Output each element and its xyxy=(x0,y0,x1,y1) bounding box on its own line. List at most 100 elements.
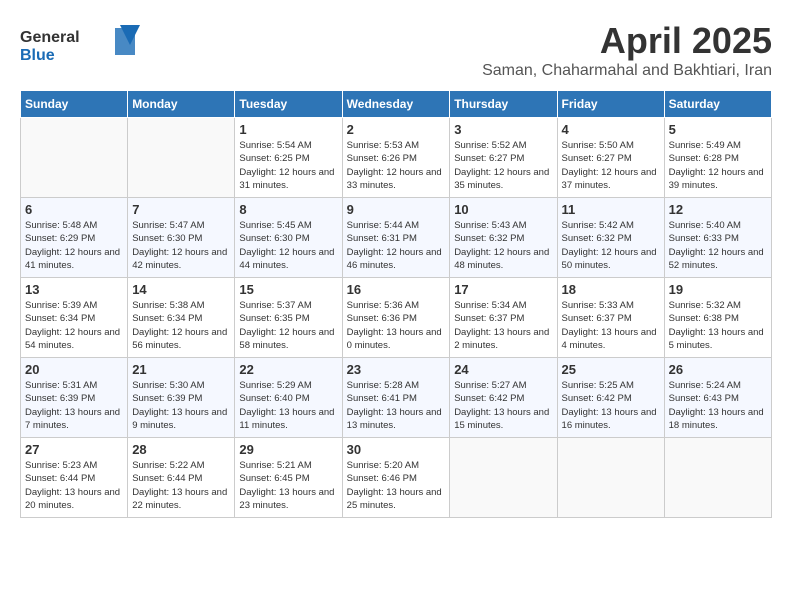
calendar-cell: 24Sunrise: 5:27 AMSunset: 6:42 PMDayligh… xyxy=(450,358,557,438)
calendar-cell: 6 Sunrise: 5:48 AMSunset: 6:29 PMDaylight… xyxy=(21,198,128,278)
day-number: 5 xyxy=(669,122,767,137)
calendar-cell: 16Sunrise: 5:36 AMSunset: 6:36 PMDayligh… xyxy=(342,278,450,358)
weekday-header: Friday xyxy=(557,91,664,118)
day-detail: Sunrise: 5:20 AMSunset: 6:46 PMDaylight:… xyxy=(347,459,446,512)
calendar-cell: 17Sunrise: 5:34 AMSunset: 6:37 PMDayligh… xyxy=(450,278,557,358)
calendar-week-row: 27 Sunrise: 5:23 AMSunset: 6:44 PMDayligh… xyxy=(21,438,772,518)
calendar-cell: 15 Sunrise: 5:37 AMSunset: 6:35 PMDayligh… xyxy=(235,278,342,358)
day-detail: Sunrise: 5:29 AMSunset: 6:40 PMDaylight:… xyxy=(239,379,337,432)
logo-svg: General Blue xyxy=(20,20,140,70)
day-number: 16 xyxy=(347,282,446,297)
calendar-cell: 7Sunrise: 5:47 AMSunset: 6:30 PMDaylight… xyxy=(128,198,235,278)
day-detail: Sunrise: 5:22 AMSunset: 6:44 PMDaylight:… xyxy=(132,459,230,512)
day-number: 3 xyxy=(454,122,552,137)
title-block: April 2025 Saman, Chaharmahal and Bakhti… xyxy=(482,20,772,80)
calendar-cell xyxy=(557,438,664,518)
calendar-cell: 1 Sunrise: 5:54 AMSunset: 6:25 PMDaylight… xyxy=(235,118,342,198)
day-number: 15 xyxy=(239,282,337,297)
day-number: 12 xyxy=(669,202,767,217)
calendar-cell: 11Sunrise: 5:42 AMSunset: 6:32 PMDayligh… xyxy=(557,198,664,278)
calendar-cell: 8 Sunrise: 5:45 AMSunset: 6:30 PMDaylight… xyxy=(235,198,342,278)
day-detail: Sunrise: 5:30 AMSunset: 6:39 PMDaylight:… xyxy=(132,379,230,432)
day-number: 30 xyxy=(347,442,446,457)
day-number: 1 xyxy=(239,122,337,137)
weekday-header: Thursday xyxy=(450,91,557,118)
calendar-cell: 12 Sunrise: 5:40 AMSunset: 6:33 PMDayligh… xyxy=(664,198,771,278)
calendar-cell xyxy=(128,118,235,198)
day-detail: Sunrise: 5:50 AMSunset: 6:27 PMDaylight:… xyxy=(562,139,660,192)
calendar-week-row: 20Sunrise: 5:31 AMSunset: 6:39 PMDayligh… xyxy=(21,358,772,438)
calendar-cell: 29 Sunrise: 5:21 AMSunset: 6:45 PMDayligh… xyxy=(235,438,342,518)
day-number: 27 xyxy=(25,442,123,457)
day-number: 4 xyxy=(562,122,660,137)
month-title: April 2025 xyxy=(482,20,772,62)
day-number: 18 xyxy=(562,282,660,297)
calendar-cell: 4 Sunrise: 5:50 AMSunset: 6:27 PMDaylight… xyxy=(557,118,664,198)
logo: General Blue xyxy=(20,20,140,75)
calendar-cell: 23 Sunrise: 5:28 AMSunset: 6:41 PMDayligh… xyxy=(342,358,450,438)
day-number: 21 xyxy=(132,362,230,377)
calendar-cell: 30 Sunrise: 5:20 AMSunset: 6:46 PMDayligh… xyxy=(342,438,450,518)
page-header: General Blue April 2025 Saman, Chaharmah… xyxy=(20,20,772,80)
day-number: 29 xyxy=(239,442,337,457)
day-number: 7 xyxy=(132,202,230,217)
day-detail: Sunrise: 5:54 AMSunset: 6:25 PMDaylight:… xyxy=(239,139,337,192)
calendar-cell: 28 Sunrise: 5:22 AMSunset: 6:44 PMDayligh… xyxy=(128,438,235,518)
day-detail: Sunrise: 5:53 AMSunset: 6:26 PMDaylight:… xyxy=(347,139,446,192)
day-detail: Sunrise: 5:34 AMSunset: 6:37 PMDaylight:… xyxy=(454,299,552,352)
calendar-week-row: 13Sunrise: 5:39 AMSunset: 6:34 PMDayligh… xyxy=(21,278,772,358)
day-number: 14 xyxy=(132,282,230,297)
calendar-week-row: 1 Sunrise: 5:54 AMSunset: 6:25 PMDaylight… xyxy=(21,118,772,198)
day-detail: Sunrise: 5:45 AMSunset: 6:30 PMDaylight:… xyxy=(239,219,337,272)
calendar-cell: 26Sunrise: 5:24 AMSunset: 6:43 PMDayligh… xyxy=(664,358,771,438)
calendar-cell: 2 Sunrise: 5:53 AMSunset: 6:26 PMDaylight… xyxy=(342,118,450,198)
calendar-cell: 20Sunrise: 5:31 AMSunset: 6:39 PMDayligh… xyxy=(21,358,128,438)
day-detail: Sunrise: 5:24 AMSunset: 6:43 PMDaylight:… xyxy=(669,379,767,432)
day-number: 2 xyxy=(347,122,446,137)
weekday-header: Saturday xyxy=(664,91,771,118)
day-detail: Sunrise: 5:23 AMSunset: 6:44 PMDaylight:… xyxy=(25,459,123,512)
day-detail: Sunrise: 5:49 AMSunset: 6:28 PMDaylight:… xyxy=(669,139,767,192)
day-detail: Sunrise: 5:28 AMSunset: 6:41 PMDaylight:… xyxy=(347,379,446,432)
calendar-cell: 18 Sunrise: 5:33 AMSunset: 6:37 PMDayligh… xyxy=(557,278,664,358)
weekday-header: Monday xyxy=(128,91,235,118)
day-number: 6 xyxy=(25,202,123,217)
day-number: 25 xyxy=(562,362,660,377)
day-detail: Sunrise: 5:44 AMSunset: 6:31 PMDaylight:… xyxy=(347,219,446,272)
day-detail: Sunrise: 5:21 AMSunset: 6:45 PMDaylight:… xyxy=(239,459,337,512)
day-number: 24 xyxy=(454,362,552,377)
calendar-week-row: 6 Sunrise: 5:48 AMSunset: 6:29 PMDaylight… xyxy=(21,198,772,278)
day-detail: Sunrise: 5:52 AMSunset: 6:27 PMDaylight:… xyxy=(454,139,552,192)
day-number: 19 xyxy=(669,282,767,297)
logo-text: General Blue xyxy=(20,20,140,75)
day-detail: Sunrise: 5:31 AMSunset: 6:39 PMDaylight:… xyxy=(25,379,123,432)
day-detail: Sunrise: 5:40 AMSunset: 6:33 PMDaylight:… xyxy=(669,219,767,272)
day-detail: Sunrise: 5:37 AMSunset: 6:35 PMDaylight:… xyxy=(239,299,337,352)
calendar-cell: 10 Sunrise: 5:43 AMSunset: 6:32 PMDayligh… xyxy=(450,198,557,278)
day-detail: Sunrise: 5:48 AMSunset: 6:29 PMDaylight:… xyxy=(25,219,123,272)
day-number: 9 xyxy=(347,202,446,217)
weekday-header: Wednesday xyxy=(342,91,450,118)
calendar-cell xyxy=(21,118,128,198)
day-number: 8 xyxy=(239,202,337,217)
day-detail: Sunrise: 5:32 AMSunset: 6:38 PMDaylight:… xyxy=(669,299,767,352)
day-number: 10 xyxy=(454,202,552,217)
day-detail: Sunrise: 5:33 AMSunset: 6:37 PMDaylight:… xyxy=(562,299,660,352)
calendar-cell xyxy=(450,438,557,518)
weekday-header: Sunday xyxy=(21,91,128,118)
calendar-cell: 19 Sunrise: 5:32 AMSunset: 6:38 PMDayligh… xyxy=(664,278,771,358)
weekday-header: Tuesday xyxy=(235,91,342,118)
svg-text:Blue: Blue xyxy=(20,47,55,64)
day-number: 28 xyxy=(132,442,230,457)
calendar-cell: 9 Sunrise: 5:44 AMSunset: 6:31 PMDaylight… xyxy=(342,198,450,278)
calendar-table: SundayMondayTuesdayWednesdayThursdayFrid… xyxy=(20,90,772,518)
day-detail: Sunrise: 5:42 AMSunset: 6:32 PMDaylight:… xyxy=(562,219,660,272)
calendar-cell: 21 Sunrise: 5:30 AMSunset: 6:39 PMDayligh… xyxy=(128,358,235,438)
day-number: 22 xyxy=(239,362,337,377)
day-detail: Sunrise: 5:38 AMSunset: 6:34 PMDaylight:… xyxy=(132,299,230,352)
calendar-cell: 5 Sunrise: 5:49 AMSunset: 6:28 PMDaylight… xyxy=(664,118,771,198)
day-number: 23 xyxy=(347,362,446,377)
calendar-cell: 25Sunrise: 5:25 AMSunset: 6:42 PMDayligh… xyxy=(557,358,664,438)
day-detail: Sunrise: 5:43 AMSunset: 6:32 PMDaylight:… xyxy=(454,219,552,272)
calendar-cell: 22 Sunrise: 5:29 AMSunset: 6:40 PMDayligh… xyxy=(235,358,342,438)
